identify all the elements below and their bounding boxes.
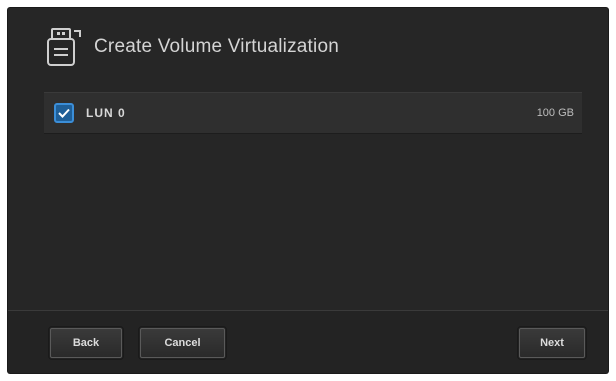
lun-name: LUN 0 bbox=[86, 106, 126, 120]
list-item-lun[interactable]: LUN 0 100 GB bbox=[44, 92, 582, 134]
back-button[interactable]: Back bbox=[48, 326, 124, 360]
lun-size: 100 GB bbox=[536, 107, 574, 119]
lun-checkbox[interactable] bbox=[54, 103, 74, 123]
cancel-button[interactable]: Cancel bbox=[138, 326, 227, 360]
usb-drive-icon bbox=[46, 27, 84, 67]
dialog-header: Create Volume Virtualization bbox=[46, 27, 339, 67]
create-volume-dialog: Create Volume Virtualization LUN 0 100 G… bbox=[8, 8, 608, 373]
dialog-title: Create Volume Virtualization bbox=[94, 36, 339, 57]
dialog-footer: Back Cancel Next bbox=[8, 310, 608, 373]
checkmark-icon bbox=[58, 108, 70, 118]
next-button[interactable]: Next bbox=[517, 326, 587, 360]
